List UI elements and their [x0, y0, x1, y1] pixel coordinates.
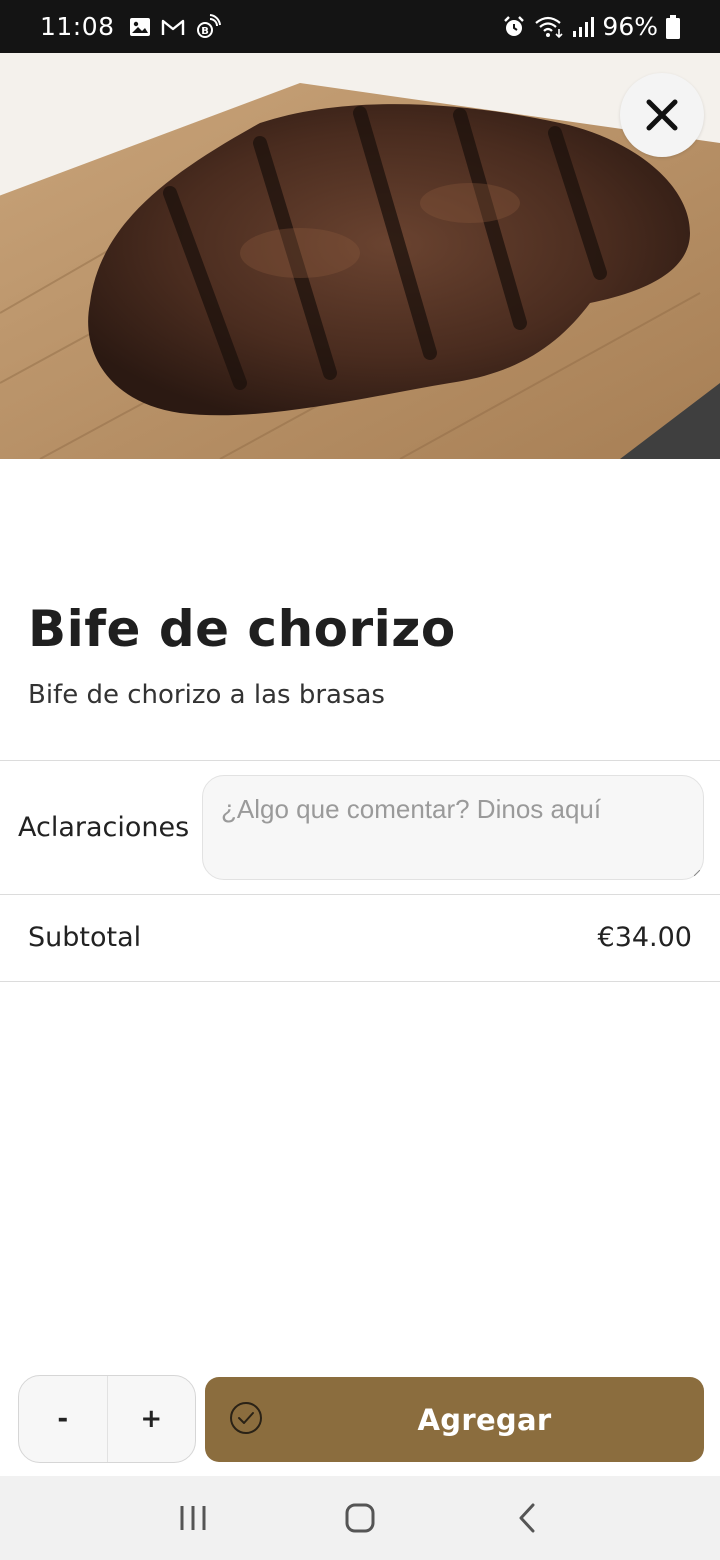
divider	[0, 760, 720, 761]
divider	[0, 894, 720, 895]
subtotal-label: Subtotal	[28, 922, 142, 953]
system-nav-bar	[0, 1476, 720, 1560]
increment-button[interactable]: +	[108, 1376, 196, 1462]
status-bar: 11:08 B 96%	[0, 0, 720, 53]
product-title: Bife de chorizo	[28, 600, 456, 658]
notes-input[interactable]	[202, 775, 704, 880]
decrement-button[interactable]: -	[19, 1376, 107, 1462]
home-button[interactable]	[320, 1488, 400, 1548]
divider	[0, 981, 720, 982]
steak-illustration	[0, 53, 720, 459]
home-icon	[345, 1503, 375, 1533]
back-button[interactable]	[487, 1488, 567, 1548]
close-icon	[646, 99, 678, 131]
product-image	[0, 53, 720, 459]
recent-apps-button[interactable]	[153, 1488, 233, 1548]
subtotal-value: €34.00	[597, 922, 692, 953]
back-icon	[519, 1503, 535, 1533]
wifi-icon	[534, 15, 564, 39]
battery-icon	[666, 14, 680, 39]
status-bar-left: 11:08 B	[40, 12, 221, 41]
gallery-icon	[129, 17, 151, 37]
status-bar-right: 96%	[502, 12, 680, 41]
recent-apps-icon	[180, 1506, 206, 1530]
battery-percent: 96%	[602, 12, 658, 41]
alarm-icon	[502, 15, 526, 39]
signal-icon	[572, 16, 595, 38]
notes-label: Aclaraciones	[18, 812, 190, 843]
add-button[interactable]: Agregar	[205, 1377, 704, 1462]
check-circle-icon	[230, 1402, 262, 1434]
resize-grip-icon	[694, 870, 700, 876]
product-description: Bife de chorizo a las brasas	[28, 680, 385, 710]
quantity-stepper: - +	[18, 1375, 196, 1463]
svg-text:B: B	[201, 26, 209, 37]
add-button-label: Agregar	[417, 1402, 552, 1437]
status-time: 11:08	[40, 12, 115, 41]
close-button[interactable]	[620, 73, 704, 157]
bixby-routine-icon: B	[195, 13, 221, 40]
gmail-icon	[161, 17, 185, 37]
